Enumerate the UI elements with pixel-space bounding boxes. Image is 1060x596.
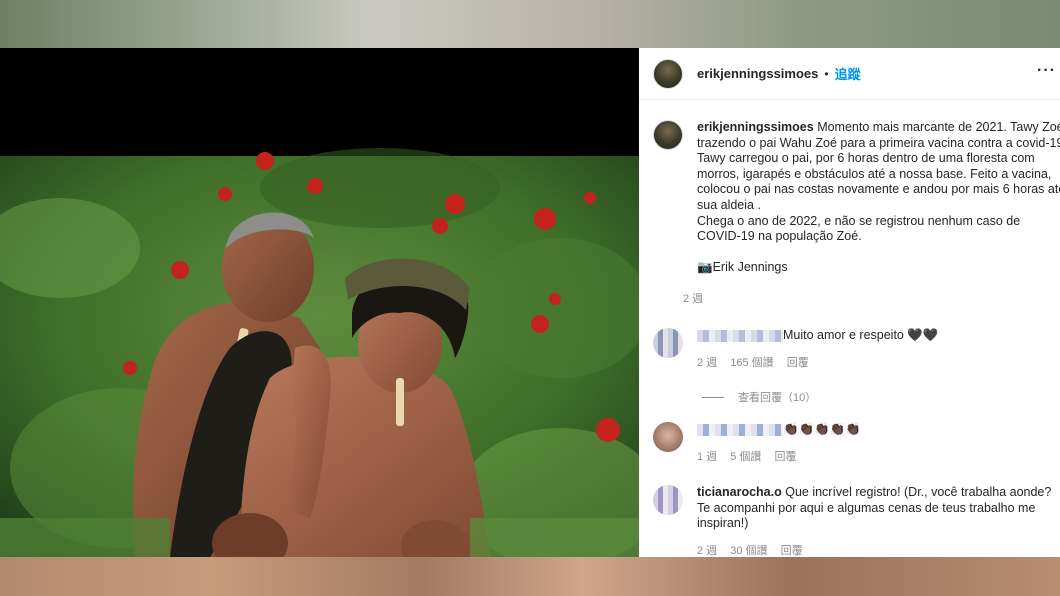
comment-item: ticianarocha.o Que incrível registro! (D… (639, 485, 1060, 557)
blurred-username[interactable] (697, 423, 783, 436)
view-replies-line (702, 396, 724, 398)
caption-age[interactable]: 2 週 (683, 290, 1060, 306)
comment-item: Muito amor e respeito 🖤🖤 2 週 165 個讚 回覆 (639, 328, 1060, 371)
blurred-background-bottom (0, 557, 1060, 596)
commenter-avatar[interactable] (653, 485, 683, 515)
comment-likes[interactable]: 5 個讚 (730, 451, 761, 463)
view-replies-button[interactable]: 查看回覆（10） (702, 389, 816, 405)
commenter-avatar[interactable] (653, 328, 683, 358)
comment-meta: 2 週 165 個讚 回覆 (697, 356, 1057, 372)
comment-age[interactable]: 2 週 (697, 545, 717, 557)
follow-button[interactable]: 追蹤 (835, 64, 861, 83)
post-side-panel: erikjenningssimoes • 追蹤 ··· erikjennings… (639, 48, 1060, 557)
comment-text-line: Muito amor e respeito 🖤🖤 (697, 328, 1057, 344)
author-avatar[interactable] (653, 58, 683, 89)
reply-button[interactable]: 回覆 (781, 545, 803, 557)
comment-text-line: ticianarocha.o Que incrível registro! (D… (697, 485, 1057, 532)
comment-text-line: 👏🏿👏🏿👏🏿👏🏿👏🏿 (697, 422, 1057, 438)
comment-meta: 1 週 5 個讚 回覆 (697, 450, 1057, 466)
comment-likes[interactable]: 30 個讚 (730, 545, 767, 557)
comment-meta: 2 週 30 個讚 回覆 (697, 544, 1057, 557)
header-separator: • (824, 66, 829, 81)
caption-avatar[interactable] (653, 120, 683, 150)
caption-body: Momento mais marcante de 2021. Tawy Zoé … (697, 120, 1060, 275)
author-username[interactable]: erikjenningssimoes (697, 66, 818, 81)
commenter-username[interactable]: ticianarocha.o (697, 485, 782, 499)
blurred-background-top (0, 0, 1060, 48)
caption-username[interactable]: erikjenningssimoes (697, 120, 814, 134)
comment-text: 👏🏿👏🏿👏🏿👏🏿👏🏿 (783, 422, 861, 436)
post-caption: erikjenningssimoes Momento mais marcante… (639, 100, 1060, 306)
more-options-icon[interactable]: ··· (1037, 62, 1056, 80)
photo-illustration (0, 48, 639, 557)
comment-age[interactable]: 1 週 (697, 451, 717, 463)
comment-text: Muito amor e respeito 🖤🖤 (783, 328, 939, 342)
blurred-username[interactable] (697, 329, 783, 342)
reply-button[interactable]: 回覆 (787, 357, 809, 369)
reply-button[interactable]: 回覆 (775, 451, 797, 463)
comment-likes[interactable]: 165 個讚 (730, 357, 773, 369)
commenter-avatar[interactable] (653, 422, 683, 452)
post-photo[interactable] (0, 48, 639, 557)
post-header: erikjenningssimoes • 追蹤 ··· (639, 48, 1060, 100)
comment-item: 👏🏿👏🏿👏🏿👏🏿👏🏿 1 週 5 個讚 回覆 (639, 422, 1060, 465)
view-replies-label: 查看回覆（10） (738, 392, 817, 404)
caption-text: erikjenningssimoes Momento mais marcante… (697, 120, 1060, 276)
comment-age[interactable]: 2 週 (697, 357, 717, 369)
screenshot-frame: erikjenningssimoes • 追蹤 ··· erikjennings… (0, 0, 1060, 596)
